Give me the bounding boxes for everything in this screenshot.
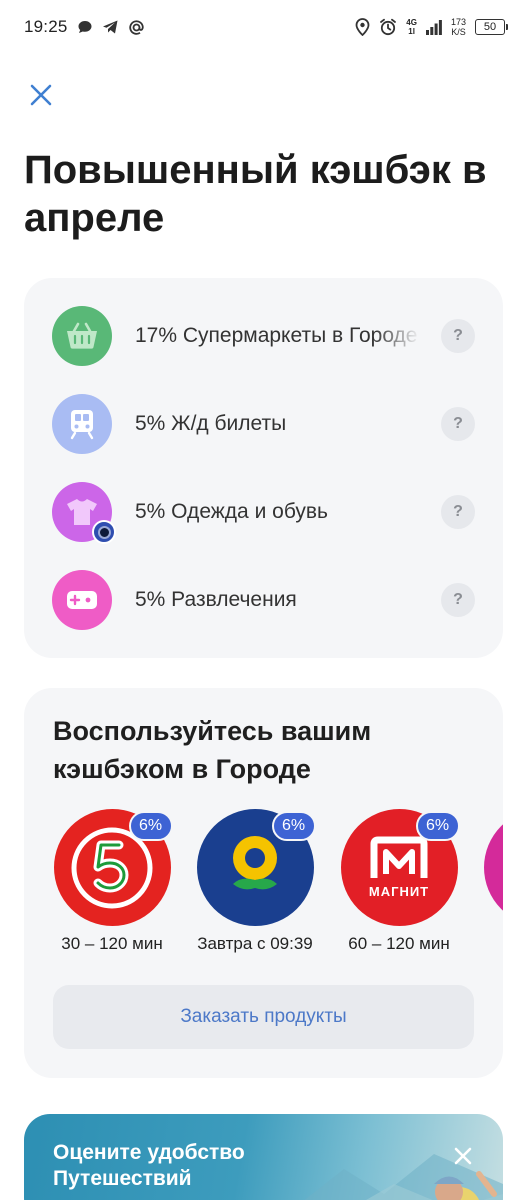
section-title: Воспользуйтесь вашим кэшбэком в Городе bbox=[53, 716, 372, 784]
use-cashback-card: Воспользуйтесь вашим кэшбэком в Городе 6… bbox=[24, 688, 503, 1078]
cashback-badge: 6% bbox=[128, 811, 173, 841]
help-button[interactable]: ? bbox=[441, 583, 475, 617]
gamepad-icon bbox=[67, 591, 97, 609]
promo-banner[interactable]: Оцените удобство Путешествий bbox=[24, 1114, 503, 1200]
location-icon bbox=[355, 18, 370, 36]
store-vkusvill[interactable]: 6% Завтра с 09:39 bbox=[196, 809, 316, 954]
page-title: Повышенный кэшбэк в апреле bbox=[24, 148, 487, 240]
basket-icon bbox=[67, 322, 97, 349]
category-row-supermarkets[interactable]: 17% Супермаркеты в Городе ? bbox=[24, 292, 503, 380]
store-logo: 6% bbox=[53, 809, 173, 926]
train-icon bbox=[70, 410, 94, 440]
delivery-time-label: Завтра с 09:39 bbox=[197, 934, 313, 953]
status-bar: 19:25 4G 1l 173 K/S 50 bbox=[0, 0, 527, 54]
status-time: 19:25 bbox=[24, 17, 68, 36]
store-partial[interactable]: 3 bbox=[483, 809, 503, 954]
category-label: 5% Ж/д билеты bbox=[135, 412, 287, 435]
promo-title: Оцените удобство Путешествий bbox=[53, 1141, 245, 1190]
store-magnit[interactable]: МАГНИТ 6% 60 – 120 мин bbox=[340, 809, 460, 954]
category-row-entertainment[interactable]: 5% Развлечения ? bbox=[24, 556, 503, 644]
network-indicator: 4G 1l bbox=[406, 18, 417, 36]
close-icon bbox=[30, 84, 52, 106]
cashback-badge: 6% bbox=[415, 811, 460, 841]
help-button[interactable]: ? bbox=[441, 319, 475, 353]
chat-icon bbox=[77, 19, 93, 35]
close-icon[interactable] bbox=[451, 1144, 475, 1168]
store-logo: МАГНИТ 6% bbox=[340, 809, 460, 926]
category-icon-bg bbox=[52, 306, 112, 366]
delivery-time-label: 60 – 120 мин bbox=[348, 934, 450, 953]
battery-level: 50 bbox=[483, 21, 497, 33]
category-label: 5% Одежда и обувь bbox=[135, 500, 328, 523]
battery-indicator: 50 bbox=[475, 19, 508, 35]
store-pyaterochka[interactable]: 6% 30 – 120 мин bbox=[53, 809, 173, 954]
telegram-icon bbox=[102, 19, 119, 35]
order-products-button[interactable]: Заказать продукты bbox=[53, 985, 474, 1049]
category-label: 5% Развлечения bbox=[135, 588, 297, 611]
category-icon-bg bbox=[52, 394, 112, 454]
at-sign-icon bbox=[128, 19, 145, 36]
speed-unit: K/S bbox=[451, 27, 466, 37]
store-logo: 6% bbox=[196, 809, 316, 926]
network-type: 4G bbox=[406, 18, 417, 27]
cashback-categories-card: 17% Супермаркеты в Городе ? 5% Ж/д билет… bbox=[24, 278, 503, 658]
cashback-badge: 6% bbox=[271, 811, 316, 841]
network-speed: 173 K/S bbox=[451, 17, 466, 37]
tshirt-icon bbox=[67, 499, 97, 525]
store-carousel[interactable]: 6% 30 – 120 мин 6% Завтра с 09:39 МАГНИТ… bbox=[53, 809, 503, 959]
delivery-time-label: 30 – 120 мин bbox=[61, 934, 163, 953]
magnit-logo-icon bbox=[370, 836, 428, 878]
speed-value: 173 bbox=[450, 17, 466, 27]
status-bar-left: 19:25 bbox=[24, 17, 145, 37]
category-icon-bg bbox=[52, 482, 116, 544]
network-sub: 1l bbox=[408, 27, 415, 36]
magnit-logo-text: МАГНИТ bbox=[368, 884, 430, 899]
overlay-badge-icon bbox=[92, 520, 116, 544]
category-row-clothing[interactable]: 5% Одежда и обувь ? bbox=[24, 468, 503, 556]
category-label: 17% Супермаркеты в Городе bbox=[135, 324, 418, 347]
help-button[interactable]: ? bbox=[441, 495, 475, 529]
close-button[interactable] bbox=[26, 80, 56, 110]
category-icon-bg bbox=[52, 570, 112, 630]
category-row-railway[interactable]: 5% Ж/д билеты ? bbox=[24, 380, 503, 468]
alarm-icon bbox=[379, 18, 397, 36]
store-logo bbox=[483, 809, 503, 926]
status-bar-right: 4G 1l 173 K/S 50 bbox=[355, 17, 508, 37]
help-button[interactable]: ? bbox=[441, 407, 475, 441]
signal-icon bbox=[425, 19, 442, 35]
